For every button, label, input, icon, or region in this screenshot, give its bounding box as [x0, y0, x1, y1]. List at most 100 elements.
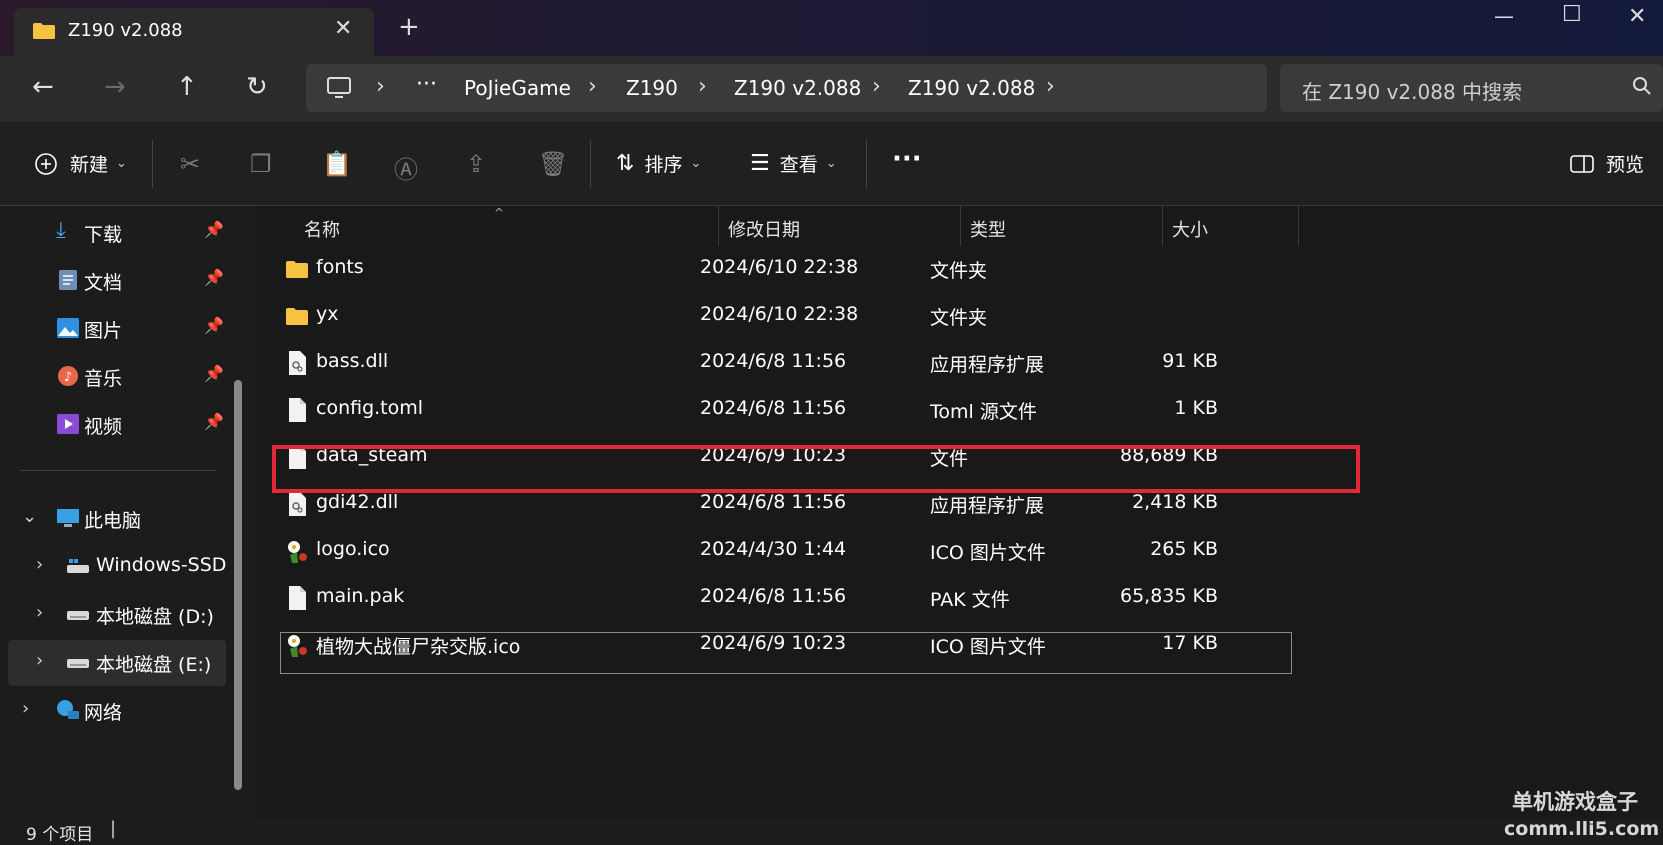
file-size: 1 KB: [1174, 397, 1218, 419]
more-options-button[interactable]: ···: [892, 144, 922, 174]
chevron-right-icon: ›: [376, 74, 385, 99]
column-divider[interactable]: [1298, 206, 1299, 246]
close-window-button[interactable]: ✕: [1628, 4, 1646, 29]
breadcrumb-item[interactable]: Z190: [626, 76, 678, 100]
sort-icon: ⇅: [616, 151, 635, 176]
file-row[interactable]: fonts 2024/6/10 22:38 文件夹: [278, 250, 1278, 290]
sidebar-item-label: 下载: [84, 224, 123, 246]
sort-button[interactable]: ⇅ 排序 ⌄: [616, 150, 701, 177]
sidebar-item-label: 音乐: [84, 368, 123, 390]
sidebar-item-drive-d[interactable]: › 本地磁盘 (D:): [0, 594, 220, 634]
column-divider[interactable]: [960, 206, 961, 246]
sidebar-item-videos[interactable]: 视频 📌: [0, 404, 224, 444]
sidebar-item-windows-ssd[interactable]: › Windows-SSD (: [0, 546, 240, 586]
pin-icon[interactable]: 📌: [204, 316, 224, 335]
sort-button-label: 排序: [644, 154, 683, 176]
minimize-button[interactable]: —: [1494, 4, 1514, 28]
chevron-right-icon[interactable]: ›: [1046, 74, 1055, 99]
new-tab-button[interactable]: +: [398, 12, 420, 42]
rename-icon[interactable]: Ⓐ: [394, 150, 418, 185]
up-button[interactable]: ↑: [176, 72, 198, 102]
address-bar[interactable]: › ··· PoJieGame › Z190 › Z190 v2.088 › Z…: [306, 64, 1267, 112]
file-row[interactable]: bass.dll 2024/6/8 11:56 应用程序扩展 91 KB: [278, 344, 1278, 384]
file-name: main.pak: [316, 585, 405, 607]
sidebar-item-documents[interactable]: 文档 📌: [0, 260, 224, 300]
tab-current[interactable]: Z190 v2.088 ✕: [14, 8, 374, 56]
forward-button[interactable]: →: [104, 72, 126, 102]
chevron-down-icon[interactable]: ⌄: [22, 506, 37, 527]
file-row[interactable]: main.pak 2024/6/8 11:56 PAK 文件 65,835 KB: [278, 579, 1278, 619]
copy-icon[interactable]: ❐: [250, 150, 272, 178]
chevron-right-icon[interactable]: ›: [36, 650, 43, 671]
delete-icon[interactable]: 🗑: [538, 150, 568, 178]
sidebar-item-label: 本地磁盘 (E:): [96, 654, 212, 676]
search-icon[interactable]: [1632, 76, 1652, 96]
column-header-date[interactable]: 修改日期: [728, 216, 800, 242]
sidebar-item-downloads[interactable]: ⤓ 下载 📌: [0, 212, 224, 252]
drive-icon: [67, 659, 89, 668]
file-date: 2024/6/8 11:56: [700, 350, 847, 372]
sidebar-item-pictures[interactable]: 图片 📌: [0, 308, 224, 348]
column-divider[interactable]: [718, 206, 719, 246]
status-bar: 9 个项目 |: [0, 818, 1663, 845]
sidebar-item-drive-e[interactable]: › 本地磁盘 (E:): [0, 642, 220, 682]
svg-text:♪: ♪: [64, 370, 72, 385]
plus-circle-icon: [35, 152, 57, 175]
cut-icon[interactable]: ✂: [180, 150, 200, 178]
file-date: 2024/6/8 11:56: [700, 491, 847, 513]
view-button[interactable]: ☰ 查看 ⌄: [750, 150, 837, 177]
watermark-title: 单机游戏盒子: [1512, 790, 1638, 814]
search-input[interactable]: 在 Z190 v2.088 中搜索: [1280, 64, 1663, 112]
sidebar-item-music[interactable]: ♪ 音乐 📌: [0, 356, 224, 396]
toolbar-divider: [866, 140, 867, 188]
chevron-right-icon[interactable]: ›: [36, 554, 43, 575]
document-icon: [59, 270, 77, 290]
sidebar-item-label: 本地磁盘 (D:): [96, 606, 214, 628]
column-header-size[interactable]: 大小: [1172, 216, 1208, 242]
red-highlight-box: [272, 445, 1360, 493]
file-name: config.toml: [316, 397, 424, 419]
column-header-name[interactable]: 名称: [304, 216, 340, 242]
column-header-type[interactable]: 类型: [970, 216, 1006, 242]
file-row[interactable]: logo.ico 2024/4/30 1:44 ICO 图片文件 265 KB: [278, 532, 1278, 572]
focused-row-outline: [280, 632, 1292, 674]
file-type: 应用程序扩展: [930, 354, 1045, 376]
file-date: 2024/6/8 11:56: [700, 585, 847, 607]
pin-icon[interactable]: 📌: [204, 220, 224, 239]
breadcrumb-item[interactable]: Z190 v2.088: [908, 76, 1035, 100]
file-row[interactable]: yx 2024/6/10 22:38 文件夹: [278, 297, 1278, 337]
preview-pane-label: 预览: [1606, 154, 1645, 176]
sidebar-scrollbar[interactable]: [234, 380, 242, 790]
sidebar-item-label: 图片: [84, 320, 123, 342]
file-row[interactable]: config.toml 2024/6/8 11:56 Toml 源文件 1 KB: [278, 391, 1278, 431]
close-tab-icon[interactable]: ✕: [334, 16, 352, 41]
share-icon[interactable]: ⇪: [466, 150, 486, 178]
column-divider[interactable]: [1162, 206, 1163, 246]
more-crumbs-button[interactable]: ···: [416, 72, 437, 97]
dll-file-icon: [289, 351, 306, 375]
sidebar-item-network[interactable]: › 网络: [0, 690, 220, 730]
chevron-right-icon[interactable]: ›: [22, 698, 29, 719]
paste-icon[interactable]: 📋: [322, 150, 352, 178]
search-placeholder: 在 Z190 v2.088 中搜索: [1302, 80, 1523, 104]
back-button[interactable]: ←: [32, 72, 54, 102]
chevron-down-icon: ⌄: [116, 156, 127, 171]
new-button[interactable]: 新建 ⌄: [34, 150, 127, 177]
pin-icon[interactable]: 📌: [204, 412, 224, 431]
breadcrumb-item[interactable]: Z190 v2.088: [734, 76, 861, 100]
pin-icon[interactable]: 📌: [204, 364, 224, 383]
preview-pane-button[interactable]: 预览: [1570, 150, 1644, 177]
chevron-right-icon: ›: [698, 74, 707, 99]
refresh-button[interactable]: ↻: [246, 72, 268, 102]
command-bar: 新建 ⌄ ✂ ❐ 📋 Ⓐ ⇪ 🗑 ⇅ 排序 ⌄ ☰ 查看 ⌄ ··· 预览: [0, 122, 1663, 206]
sidebar-item-this-pc[interactable]: ⌄ 此电脑: [0, 498, 220, 538]
folder-icon: [286, 308, 308, 325]
pin-icon[interactable]: 📌: [204, 268, 224, 287]
maximize-button[interactable]: ☐: [1562, 2, 1582, 27]
computer-icon: [57, 509, 79, 527]
file-name: gdi42.dll: [316, 491, 399, 513]
breadcrumb-item[interactable]: PoJieGame: [464, 76, 571, 100]
chevron-right-icon[interactable]: ›: [36, 602, 43, 623]
file-size: 91 KB: [1162, 350, 1218, 372]
file-type: 文件夹: [930, 307, 988, 329]
